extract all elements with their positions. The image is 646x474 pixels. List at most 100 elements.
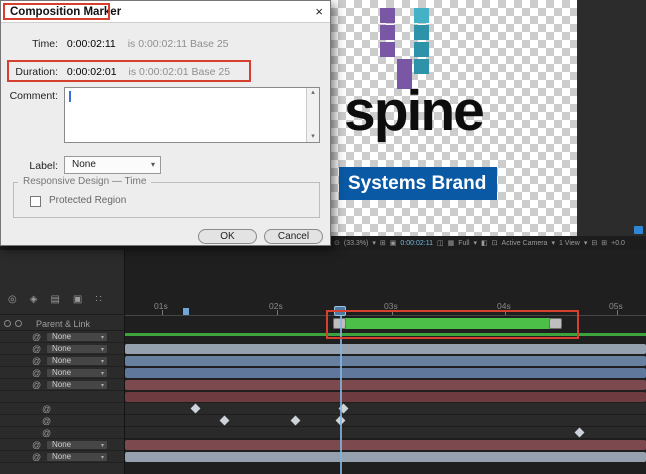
layer-bar[interactable] xyxy=(125,392,646,402)
viewer-toolbar-item[interactable]: Active Camera xyxy=(502,240,548,247)
cancel-button[interactable]: Cancel xyxy=(264,229,323,244)
viewer-toolbar-item[interactable]: ⊟ xyxy=(591,239,597,247)
pickwhip-icon[interactable]: @ xyxy=(32,380,41,390)
comment-scrollbar[interactable]: ▴ ▾ xyxy=(306,88,319,142)
layer-bar[interactable] xyxy=(125,452,646,462)
parent-link-value: None xyxy=(52,452,71,461)
logo-banner: Systems Brand xyxy=(339,167,497,200)
pickwhip-icon[interactable]: @ xyxy=(32,356,41,366)
viewer-toolbar-item[interactable]: ⊙ xyxy=(334,239,340,247)
property-row xyxy=(125,403,646,415)
annotation-box-duration xyxy=(7,60,251,82)
chevron-down-icon: ▾ xyxy=(101,346,104,354)
label-dropdown-value: None xyxy=(72,159,96,170)
layer-outline-row: @ None▾ xyxy=(0,451,125,463)
layer-outline-row: @ None▾ xyxy=(0,355,125,367)
parent-link-dropdown[interactable]: None▾ xyxy=(46,452,108,462)
viewer-toolbar-item[interactable]: ▣ xyxy=(390,239,397,247)
layer-bar[interactable] xyxy=(125,356,646,366)
timecode-display[interactable]: 0:00:02:11 xyxy=(400,240,433,247)
pickwhip-icon[interactable]: @ xyxy=(32,452,41,462)
text-caret xyxy=(69,91,71,102)
logo-mark-cell xyxy=(380,8,395,23)
timeline-toggle-icon[interactable]: ▤ xyxy=(50,294,59,305)
scroll-down-icon[interactable]: ▾ xyxy=(307,133,319,141)
viewer-toolbar-item[interactable]: ⊡ xyxy=(492,239,498,247)
comment-input[interactable]: ▴ ▾ xyxy=(64,87,320,143)
layer-outline-row: @ xyxy=(0,403,125,415)
parent-link-dropdown[interactable]: None▾ xyxy=(46,356,108,366)
chevron-down-icon: ▾ xyxy=(101,358,104,366)
protected-region-checkbox[interactable] xyxy=(30,196,41,207)
logo-mark-cell xyxy=(414,8,429,23)
layer-bar[interactable] xyxy=(125,440,646,450)
layer-outline-row: @ xyxy=(0,427,125,439)
viewer-toolbar-item[interactable]: ▾ xyxy=(551,239,555,247)
time-value-field[interactable]: 0:00:02:11 xyxy=(67,38,116,50)
timeline-toggle-icon[interactable]: ◈ xyxy=(30,294,38,305)
parent-link-dropdown[interactable]: None ▾ xyxy=(46,332,108,342)
pickwhip-icon[interactable]: @ xyxy=(42,404,51,414)
time-row: Time: 0:00:02:11 is 0:00:02:11 Base 25 xyxy=(1,38,330,50)
viewer-toolbar-item[interactable]: ◧ xyxy=(481,239,488,247)
label-row: Label: xyxy=(1,160,330,172)
viewer-toolbar-item[interactable]: ▾ xyxy=(584,239,588,247)
logo-mark-cell xyxy=(380,25,395,40)
viewer-toolbar-item[interactable]: ▦ xyxy=(448,239,455,247)
layer-bar[interactable] xyxy=(125,368,646,378)
parent-link-dropdown[interactable]: None ▾ xyxy=(46,368,108,378)
parent-link-value: None xyxy=(52,440,71,449)
viewer-toolbar-item[interactable]: (33.3%) xyxy=(344,240,369,247)
viewer-toolbar-item[interactable]: 1 View xyxy=(559,240,580,247)
layer-outline-row: @ xyxy=(0,415,125,427)
viewer-toolbar-item[interactable]: ⊞ xyxy=(601,239,607,247)
chevron-down-icon: ▾ xyxy=(101,334,104,342)
pickwhip-icon[interactable]: @ xyxy=(42,428,51,438)
pickwhip-icon[interactable]: @ xyxy=(32,440,41,450)
after-effects-window: spine Systems Brand ⊙(33.3%)▾⊞▣0:00:02:1… xyxy=(0,0,646,474)
parent-link-dropdown[interactable]: None▾ xyxy=(46,344,108,354)
timeline-toggle-icon[interactable]: ∷ xyxy=(95,294,101,305)
viewer-toolbar-item[interactable]: +0.0 xyxy=(611,240,625,247)
parent-link-header-label: Parent & Link xyxy=(36,319,90,329)
parent-link-dropdown[interactable]: None▾ xyxy=(46,380,108,390)
pickwhip-icon[interactable]: @ xyxy=(32,368,41,378)
timeline-toggle-icon[interactable]: ◎ xyxy=(8,294,17,305)
parent-link-value: None xyxy=(52,368,71,377)
logo-text: spine xyxy=(344,78,483,144)
logo-mark-cell xyxy=(380,42,395,57)
scroll-up-icon[interactable]: ▴ xyxy=(307,89,319,97)
pickwhip-icon[interactable]: @ xyxy=(42,416,51,426)
viewer-corner-icon[interactable] xyxy=(634,226,643,234)
logo-mark-cell xyxy=(414,25,429,40)
label-dropdown[interactable]: None ▾ xyxy=(64,156,161,174)
timeline-panel: 01s02s03s04s05s ◎◈▤▣∷ Parent & Link @Non… xyxy=(0,250,646,474)
viewer-toolbar-item[interactable]: ▾ xyxy=(372,239,376,247)
ruler-marker-tick[interactable] xyxy=(183,308,189,315)
viewer-toolbar-item[interactable]: ▾ xyxy=(474,239,478,247)
logo-mark-cell xyxy=(414,42,429,57)
timeline-toggle-icons[interactable]: ◎ ◈ ▤ ▣ ∷ xyxy=(8,294,102,305)
ok-button[interactable]: OK xyxy=(198,229,257,244)
pickwhip-icon[interactable]: @ xyxy=(32,344,41,354)
chevron-down-icon: ▾ xyxy=(101,370,104,378)
layer-outline-row: @ None▾ xyxy=(0,343,125,355)
layer-bar[interactable] xyxy=(125,380,646,390)
viewer-toolbar-item[interactable]: ⊞ xyxy=(380,239,386,247)
annotation-box-marker xyxy=(326,310,579,339)
chevron-down-icon: ▾ xyxy=(101,382,104,390)
chevron-down-icon: ▾ xyxy=(101,442,104,450)
logo-mark-cell xyxy=(397,59,412,74)
viewer-toolbar-item[interactable]: ◫ xyxy=(437,239,444,247)
timeline-toggle-icon[interactable]: ▣ xyxy=(73,294,82,305)
layer-bar[interactable] xyxy=(125,344,646,354)
solo-column-icon xyxy=(15,320,22,327)
current-time-indicator-line[interactable] xyxy=(340,316,342,474)
viewer-toolbar-item[interactable]: Full xyxy=(458,240,469,247)
parent-link-dropdown[interactable]: None ▾ xyxy=(46,440,108,450)
parent-link-value: None xyxy=(52,332,71,341)
responsive-design-group: Responsive Design — Time Protected Regio… xyxy=(13,182,320,218)
composition-marker-dialog: Composition Marker × Time: 0:00:02:11 is… xyxy=(0,0,331,246)
pickwhip-icon[interactable]: @ xyxy=(32,332,41,342)
close-icon[interactable]: × xyxy=(315,4,323,19)
